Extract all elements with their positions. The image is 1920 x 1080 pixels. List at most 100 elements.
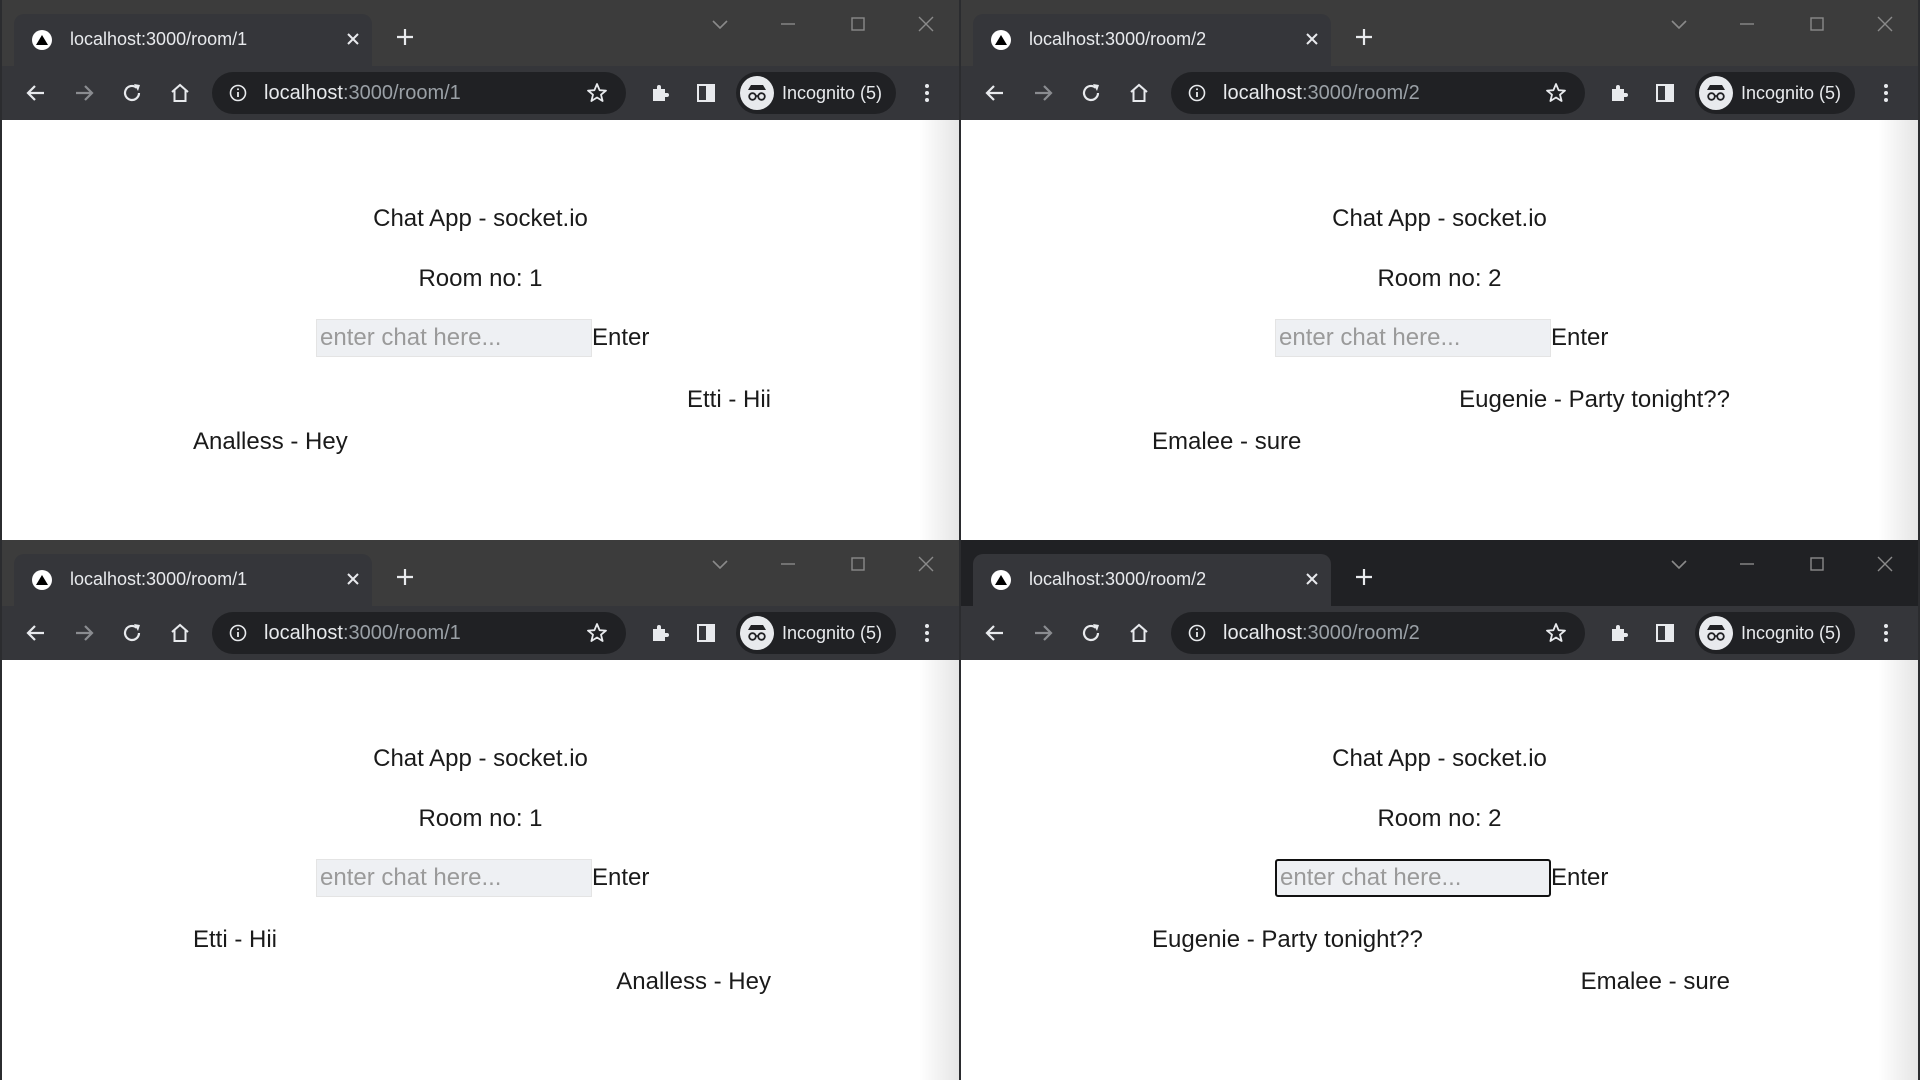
star-icon[interactable] xyxy=(585,621,609,645)
chevron-down-icon[interactable] xyxy=(1667,552,1691,576)
profile-button[interactable]: Incognito (5) xyxy=(736,72,896,114)
browser-tab[interactable]: localhost:3000/room/1 xyxy=(14,14,372,66)
tab-strip: localhost:3000/room/1 xyxy=(2,0,959,66)
close-icon[interactable] xyxy=(1301,28,1323,50)
browser-tab[interactable]: localhost:3000/room/1 xyxy=(14,554,372,606)
star-icon[interactable] xyxy=(585,81,609,105)
arrow-right-icon[interactable] xyxy=(1031,621,1055,645)
profile-label: Incognito (5) xyxy=(1741,83,1842,103)
chat-message: Etti - Hii xyxy=(687,386,771,413)
plus-icon[interactable] xyxy=(394,26,416,48)
address-bar[interactable]: localhost:3000/room/1 xyxy=(212,612,626,654)
star-icon[interactable] xyxy=(1544,621,1568,645)
enter-button[interactable]: Enter xyxy=(1551,324,1608,352)
star-icon[interactable] xyxy=(1544,81,1568,105)
profile-button[interactable]: Incognito (5) xyxy=(1695,612,1855,654)
home-icon[interactable] xyxy=(168,621,192,645)
chat-input[interactable] xyxy=(316,859,592,897)
puzzle-icon[interactable] xyxy=(648,81,672,105)
chevron-down-icon[interactable] xyxy=(1667,12,1691,36)
maximize-icon[interactable] xyxy=(846,12,870,36)
arrow-left-icon[interactable] xyxy=(983,81,1007,105)
enter-button[interactable]: Enter xyxy=(592,324,649,352)
maximize-icon[interactable] xyxy=(1805,12,1829,36)
profile-button[interactable]: Incognito (5) xyxy=(1695,72,1855,114)
info-icon[interactable] xyxy=(229,624,247,642)
side-panel-icon[interactable] xyxy=(1653,81,1677,105)
browser-tab[interactable]: localhost:3000/room/2 xyxy=(973,14,1331,66)
kebab-menu-icon[interactable] xyxy=(1874,621,1898,645)
info-icon[interactable] xyxy=(1188,84,1206,102)
tab-title: localhost:3000/room/2 xyxy=(1029,569,1207,589)
home-icon[interactable] xyxy=(1127,621,1151,645)
chevron-down-icon[interactable] xyxy=(708,12,732,36)
arrow-left-icon[interactable] xyxy=(983,621,1007,645)
window-close-icon[interactable] xyxy=(1873,12,1897,36)
enter-button[interactable]: Enter xyxy=(592,864,649,892)
incognito-icon xyxy=(740,76,774,110)
chat-input[interactable] xyxy=(1275,319,1551,357)
reload-icon[interactable] xyxy=(1079,621,1103,645)
kebab-menu-icon[interactable] xyxy=(915,81,939,105)
maximize-icon[interactable] xyxy=(846,552,870,576)
address-bar[interactable]: localhost:3000/room/2 xyxy=(1171,72,1585,114)
url-text[interactable]: localhost:3000/room/1 xyxy=(264,82,461,105)
chat-message: Emalee - sure xyxy=(1152,428,1302,455)
info-icon[interactable] xyxy=(229,84,247,102)
kebab-menu-icon[interactable] xyxy=(1874,81,1898,105)
home-icon[interactable] xyxy=(168,81,192,105)
arrow-left-icon[interactable] xyxy=(24,81,48,105)
minimize-icon[interactable] xyxy=(776,552,800,576)
chat-input[interactable] xyxy=(316,319,592,357)
puzzle-icon[interactable] xyxy=(648,621,672,645)
reload-icon[interactable] xyxy=(120,81,144,105)
tab-title: localhost:3000/room/1 xyxy=(70,569,248,589)
window-close-icon[interactable] xyxy=(914,552,938,576)
window-close-icon[interactable] xyxy=(1873,552,1897,576)
arrow-left-icon[interactable] xyxy=(24,621,48,645)
arrow-right-icon[interactable] xyxy=(1031,81,1055,105)
page-content: Chat App - socket.io Room no: 2 Enter Eu… xyxy=(961,660,1918,1080)
close-icon[interactable] xyxy=(342,568,364,590)
home-icon[interactable] xyxy=(1127,81,1151,105)
reload-icon[interactable] xyxy=(1079,81,1103,105)
chat-input[interactable] xyxy=(1275,859,1551,897)
url-text[interactable]: localhost:3000/room/1 xyxy=(264,622,461,645)
arrow-right-icon[interactable] xyxy=(72,81,96,105)
side-panel-icon[interactable] xyxy=(694,81,718,105)
triangle-favicon-icon xyxy=(32,30,52,50)
window-close-icon[interactable] xyxy=(914,12,938,36)
room-number: Room no: 2 xyxy=(1377,265,1502,292)
page-content: Chat App - socket.io Room no: 2 Enter Eu… xyxy=(961,120,1918,540)
address-bar[interactable]: localhost:3000/room/2 xyxy=(1171,612,1585,654)
kebab-menu-icon[interactable] xyxy=(915,621,939,645)
arrow-right-icon[interactable] xyxy=(72,621,96,645)
puzzle-icon[interactable] xyxy=(1607,81,1631,105)
info-icon[interactable] xyxy=(1188,624,1206,642)
close-icon[interactable] xyxy=(1301,568,1323,590)
profile-button[interactable]: Incognito (5) xyxy=(736,612,896,654)
enter-button[interactable]: Enter xyxy=(1551,864,1608,892)
minimize-icon[interactable] xyxy=(1735,552,1759,576)
url-text[interactable]: localhost:3000/room/2 xyxy=(1223,82,1420,105)
puzzle-icon[interactable] xyxy=(1607,621,1631,645)
tab-title: localhost:3000/room/1 xyxy=(70,29,248,49)
address-bar[interactable]: localhost:3000/room/1 xyxy=(212,72,626,114)
chat-message: Analless - Hey xyxy=(193,428,348,455)
browser-tab[interactable]: localhost:3000/room/2 xyxy=(973,554,1331,606)
incognito-icon xyxy=(1699,616,1733,650)
url-host: localhost xyxy=(1223,82,1302,104)
minimize-icon[interactable] xyxy=(1735,12,1759,36)
tab-strip: localhost:3000/room/1 xyxy=(2,540,959,606)
plus-icon[interactable] xyxy=(1353,566,1375,588)
side-panel-icon[interactable] xyxy=(1653,621,1677,645)
minimize-icon[interactable] xyxy=(776,12,800,36)
plus-icon[interactable] xyxy=(394,566,416,588)
chevron-down-icon[interactable] xyxy=(708,552,732,576)
url-text[interactable]: localhost:3000/room/2 xyxy=(1223,622,1420,645)
plus-icon[interactable] xyxy=(1353,26,1375,48)
maximize-icon[interactable] xyxy=(1805,552,1829,576)
side-panel-icon[interactable] xyxy=(694,621,718,645)
close-icon[interactable] xyxy=(342,28,364,50)
reload-icon[interactable] xyxy=(120,621,144,645)
